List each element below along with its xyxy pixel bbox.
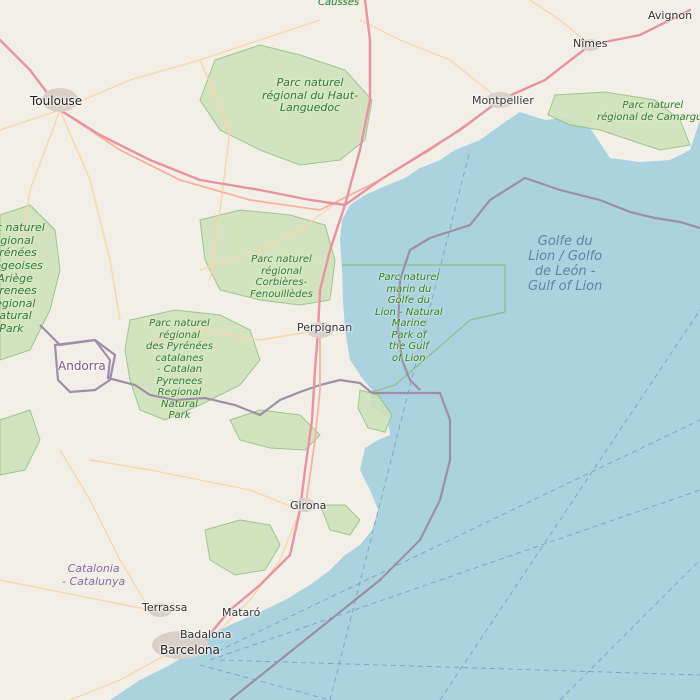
sea-label-gulf-of-lion: Golfe du Lion / Golfo de León - Gulf of …: [528, 234, 603, 295]
park-label-line: Park: [0, 322, 24, 336]
city-label-montpellier[interactable]: Montpellier: [472, 94, 534, 108]
city-label-badalona[interactable]: Badalona: [180, 628, 232, 642]
region-label-line: Catalonia: [67, 562, 120, 575]
region-label-catalonia[interactable]: Catalonia - Catalunya: [62, 562, 126, 588]
park-label-line: Park of: [391, 329, 427, 341]
park-label-line: Pyrenees: [0, 284, 37, 298]
sea-label-line: Gulf of Lion: [528, 278, 603, 294]
park-label-line: catalanes: [155, 352, 204, 364]
park-label-line: of Lion: [392, 352, 426, 364]
park-label-line: Parc naturel: [622, 100, 684, 111]
park-label-line: régional: [159, 329, 200, 341]
park-label-line: - Catalan: [156, 364, 203, 375]
park-label-line: Park: [168, 410, 191, 421]
park-label-line: Pyrenees: [156, 375, 203, 387]
region-label-causses[interactable]: Causses: [318, 0, 359, 9]
park-label-line: ariégeoises: [0, 258, 43, 272]
sea-label-line: de León -: [534, 263, 596, 279]
park-label-line: Parc naturel: [251, 254, 312, 265]
city-label-avignon[interactable]: Avignon: [648, 9, 692, 23]
park-label-corbieres[interactable]: Parc naturel régional Corbières- Fenouil…: [250, 254, 313, 300]
park-label-line: régional: [261, 265, 302, 277]
city-label-mataro[interactable]: Mataró: [222, 606, 260, 620]
park-label-pyrenees-catalanes[interactable]: Parc naturel régional des Pyrénées catal…: [146, 318, 213, 422]
park-label-haut-languedoc[interactable]: Parc naturel régional du Haut- Languedoc: [262, 76, 358, 115]
city-label-terrassa[interactable]: Terrassa: [142, 601, 187, 615]
park-label-line: Corbières-: [255, 277, 308, 288]
park-label-line: Lion - Natural: [375, 306, 443, 318]
sea-label-line: Lion / Golfo: [528, 248, 603, 264]
park-label-line: Parc naturel: [149, 318, 210, 329]
city-label-toulouse[interactable]: Toulouse: [30, 94, 82, 109]
park-label-line: the Gulf: [388, 341, 429, 352]
park-label-gulf-of-lion-marine[interactable]: Parc naturel marin du Golfe du Lion - Na…: [375, 272, 443, 364]
park-label-line: Natural: [161, 398, 198, 410]
park-label-line: Parc naturel: [378, 272, 440, 283]
park-label-line: Marine: [391, 318, 426, 329]
sea-label-line: Golfe du: [537, 234, 593, 249]
park-label-camargue[interactable]: Parc naturel régional de Camargue: [597, 100, 700, 123]
park-label-line: marin du: [386, 283, 432, 295]
city-label-perpignan[interactable]: Perpignan: [297, 321, 352, 335]
region-label-line: - Catalunya: [62, 574, 126, 588]
park-label-line: des Pyrénées: [146, 341, 213, 352]
park-label-line: Golfe du: [387, 295, 430, 306]
city-label-girona[interactable]: Girona: [290, 499, 326, 513]
park-label-line: Regional: [157, 387, 202, 398]
city-label-nimes[interactable]: Nîmes: [573, 37, 608, 51]
park-label-line: régional de Camargue: [597, 111, 700, 123]
park-label-ariege[interactable]: Parc naturel régional Pyrénées ariégeois…: [0, 221, 45, 336]
map-view[interactable]: Golfe du Lion / Golfo de León - Gulf of …: [0, 0, 700, 700]
city-label-barcelona[interactable]: Barcelona: [160, 643, 220, 658]
park-label-line: Parc naturel: [0, 221, 45, 234]
park-label-line: Languedoc: [279, 101, 341, 115]
park-label-line: Fenouillèdes: [250, 288, 313, 300]
country-label-andorra[interactable]: Andorra: [58, 359, 106, 374]
park-label-line: Parc naturel: [276, 76, 344, 89]
